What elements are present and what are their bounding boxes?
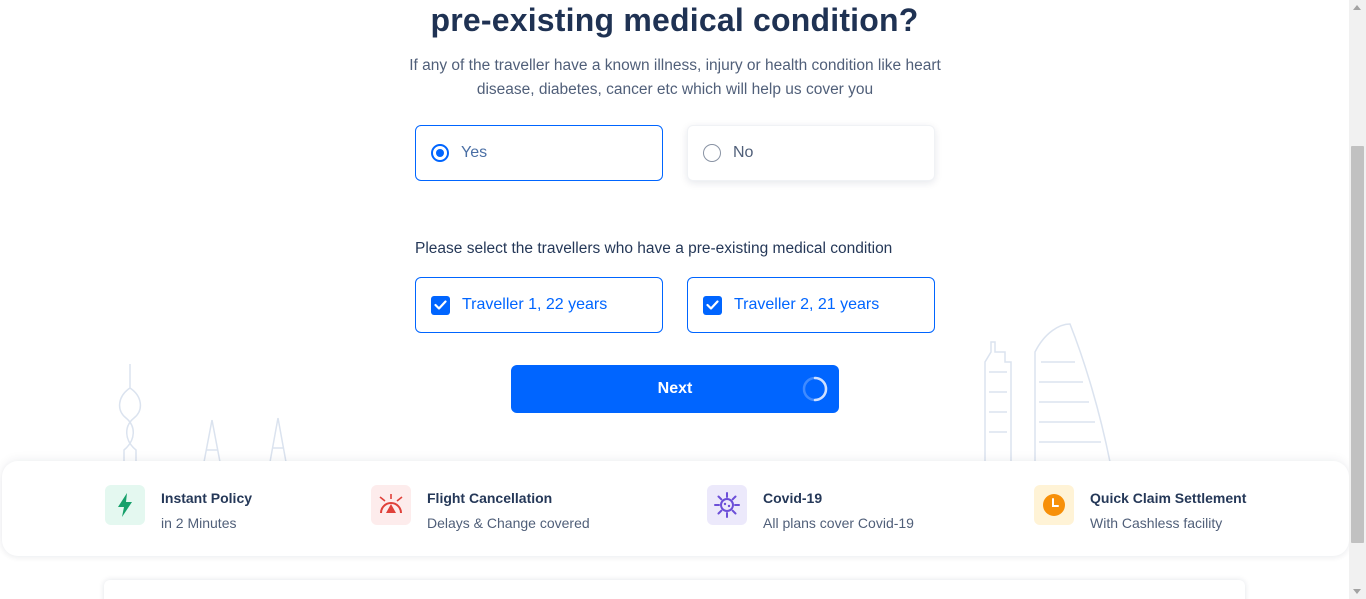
next-button[interactable]: Next (511, 365, 839, 413)
benefit-quick-claim: Quick Claim Settlement With Cashless fac… (1034, 485, 1246, 531)
traveller-2-label: Traveller 2, 21 years (734, 296, 880, 313)
benefit-title: Quick Claim Settlement (1090, 490, 1247, 506)
benefit-subtitle: With Cashless facility (1090, 515, 1223, 531)
traveller-1-option[interactable]: Traveller 1, 22 years (415, 277, 663, 333)
travellers-section-label: Please select the travellers who have a … (415, 240, 893, 257)
scroll-up-arrow-icon[interactable] (1353, 5, 1361, 10)
loading-spinner-icon (802, 376, 828, 402)
lightning-icon (105, 485, 145, 525)
benefit-instant-policy: Instant Policy in 2 Minutes (105, 485, 252, 531)
radio-selected-icon[interactable] (431, 144, 449, 162)
benefit-subtitle: in 2 Minutes (161, 515, 237, 531)
option-no-label: No (733, 144, 754, 161)
scrollbar-thumb[interactable] (1351, 146, 1364, 543)
virus-icon (707, 485, 747, 525)
benefit-covid: Covid-19 All plans cover Covid-19 (707, 485, 914, 531)
question-title: pre-existing medical condition? (430, 2, 919, 38)
page: pre-existing medical condition? If any o… (0, 0, 1349, 599)
scroll-down-arrow-icon[interactable] (1353, 589, 1361, 594)
skyline-right-illustration (984, 323, 1111, 462)
benefit-title: Covid-19 (763, 490, 823, 506)
traveller-1-label: Traveller 1, 22 years (462, 296, 608, 313)
benefit-subtitle: All plans cover Covid-19 (763, 515, 914, 531)
benefit-title: Instant Policy (161, 490, 253, 506)
benefits-bar: Instant Policy in 2 Minutes Flight Cance… (2, 461, 1349, 556)
benefit-subtitle: Delays & Change covered (427, 515, 590, 531)
benefit-flight-cancellation: Flight Cancellation Delays & Change cove… (371, 485, 590, 531)
bottom-card (104, 580, 1245, 599)
option-yes-label: Yes (461, 144, 488, 161)
radio-unselected-icon[interactable] (703, 144, 721, 162)
checkbox-checked-icon[interactable] (431, 295, 450, 315)
option-no[interactable]: No (687, 125, 935, 181)
next-button-label: Next (657, 380, 693, 397)
traveller-2-option[interactable]: Traveller 2, 21 years (687, 277, 935, 333)
option-yes[interactable]: Yes (415, 125, 663, 181)
benefit-title: Flight Cancellation (427, 490, 553, 506)
question-subtitle: If any of the traveller have a known ill… (409, 57, 941, 98)
checkbox-checked-icon[interactable] (703, 295, 722, 315)
clock-icon (1034, 485, 1074, 525)
vertical-scrollbar[interactable] (1349, 0, 1366, 599)
flight-cancellation-icon (371, 485, 411, 525)
skyline-left-illustration (118, 364, 287, 462)
